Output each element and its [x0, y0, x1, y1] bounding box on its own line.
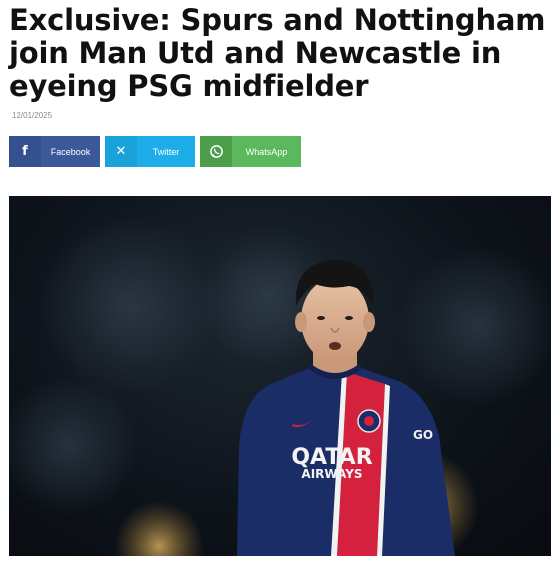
facebook-icon: f: [9, 136, 41, 167]
shirt-sponsor-airways: AIRWAYS: [301, 467, 362, 481]
share-bar: f Facebook ✕ Twitter WhatsApp: [9, 136, 301, 167]
twitter-share-label: Twitter: [137, 136, 195, 167]
whatsapp-icon: [200, 136, 232, 167]
twitter-share-button[interactable]: ✕ Twitter: [105, 136, 195, 167]
whatsapp-share-label: WhatsApp: [232, 136, 301, 167]
article-hero-image: QATAR AIRWAYS GO: [9, 196, 551, 556]
whatsapp-share-button[interactable]: WhatsApp: [200, 136, 301, 167]
facebook-share-label: Facebook: [41, 136, 100, 167]
player-photo: QATAR AIRWAYS GO: [9, 216, 551, 556]
sleeve-text: GO: [413, 428, 433, 442]
article-title: Exclusive: Spurs and Nottingham join Man…: [9, 3, 546, 103]
article-date: 12/01/2025: [12, 111, 53, 120]
facebook-share-button[interactable]: f Facebook: [9, 136, 100, 167]
x-icon: ✕: [105, 136, 137, 167]
